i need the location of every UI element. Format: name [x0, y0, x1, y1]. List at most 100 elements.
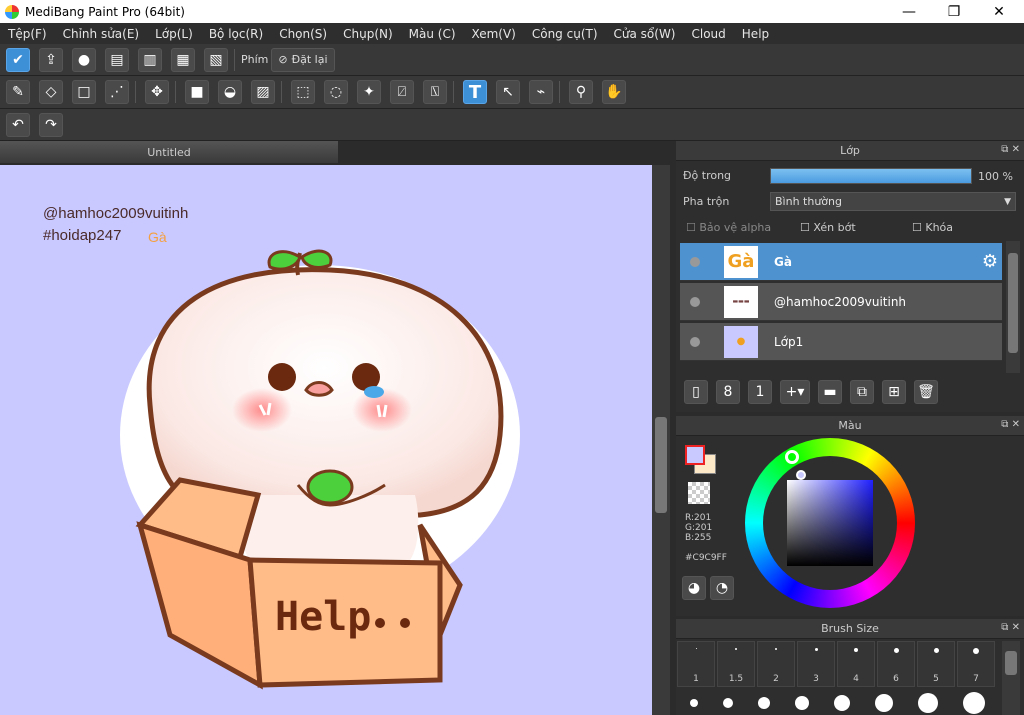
color-history-icon[interactable]: ◔ — [710, 576, 734, 600]
brush-size-6[interactable]: 6 — [877, 641, 915, 687]
new-layer-icon[interactable]: ▯ — [684, 380, 708, 404]
brush-icon[interactable]: ✎ — [6, 80, 30, 104]
brush-size-7[interactable]: 7 — [957, 641, 995, 687]
comment-icon[interactable]: ▤ — [105, 47, 129, 72]
menu-layer[interactable]: Lớp(L) — [147, 27, 201, 41]
layer-item-lop1[interactable]: ● Lớp1 — [680, 323, 1002, 361]
gradient-icon[interactable]: ▨ — [251, 80, 275, 104]
redo-icon[interactable]: ↷ — [39, 112, 63, 137]
operation-icon[interactable]: ↖ — [496, 80, 520, 104]
lasso-icon[interactable]: ◌ — [324, 80, 348, 104]
menu-file[interactable]: Tệp(F) — [0, 27, 55, 41]
select-eraser-icon[interactable]: ⍂ — [423, 80, 447, 104]
select-rect-icon[interactable]: ⬚ — [291, 80, 315, 104]
layer-list-scrollbar[interactable] — [1006, 241, 1020, 373]
menu-snap[interactable]: Chụp(N) — [335, 27, 401, 41]
maximize-button[interactable]: ❐ — [931, 0, 977, 23]
brush-size-10[interactable] — [722, 697, 733, 708]
eraser-icon[interactable]: ◇ — [39, 80, 63, 104]
saturation-value-square[interactable] — [787, 480, 873, 566]
blend-mode-select[interactable]: Bình thường ▼ — [770, 192, 1016, 211]
visibility-icon[interactable] — [690, 336, 700, 347]
bucket-icon[interactable]: ◒ — [218, 80, 242, 104]
delete-layer-icon[interactable]: 🗑 — [914, 380, 938, 404]
protect-alpha-checkbox[interactable]: ☐ Bảo vệ alpha — [686, 221, 771, 234]
layer-scroll-thumb[interactable] — [1008, 253, 1018, 353]
menu-edit[interactable]: Chỉnh sửa(E) — [55, 27, 148, 41]
close-button[interactable]: ✕ — [976, 0, 1022, 23]
page-icon[interactable]: ▥ — [138, 47, 162, 72]
hue-handle[interactable] — [785, 450, 799, 464]
scroll-thumb[interactable] — [655, 417, 667, 513]
tab-untitled[interactable]: Untitled — [0, 141, 338, 163]
panel-close-icon[interactable]: ⧉ ✕ — [1001, 144, 1020, 155]
menu-window[interactable]: Cửa sổ(W) — [606, 27, 684, 41]
eyedropper-icon[interactable]: ⚲ — [569, 80, 593, 104]
upload-icon[interactable]: ⇪ — [39, 47, 63, 72]
clipping-checkbox[interactable]: ☐ Xén bớt — [800, 221, 856, 234]
gear-icon[interactable]: ⚙ — [982, 251, 998, 272]
brush-scroll-thumb[interactable] — [1005, 651, 1017, 675]
duplicate-layer-icon[interactable]: ⧉ — [850, 380, 874, 404]
brush-size-5[interactable]: 5 — [917, 641, 955, 687]
visibility-icon[interactable] — [690, 256, 700, 267]
foreground-color-swatch[interactable] — [685, 445, 705, 465]
layout-icon[interactable]: ▧ — [204, 47, 228, 72]
drawing-canvas[interactable]: @hamhoc2009vuitinh #hoidap247 Gà Help — [0, 165, 652, 715]
brush-size-15[interactable] — [794, 695, 809, 710]
canvas-vertical-scrollbar[interactable] — [652, 165, 670, 715]
brush-size-8[interactable] — [689, 698, 698, 707]
visibility-icon[interactable] — [690, 296, 700, 307]
opacity-slider[interactable] — [770, 168, 972, 184]
palette-icon[interactable]: ◕ — [682, 576, 706, 600]
brush-size-3[interactable]: 3 — [797, 641, 835, 687]
add-layer-menu-icon[interactable]: +▾ — [780, 380, 810, 404]
panel-close-icon[interactable]: ⧉ ✕ — [1001, 622, 1020, 633]
menu-view[interactable]: Xem(V) — [464, 27, 524, 41]
panel-close-icon[interactable]: ⧉ ✕ — [1001, 419, 1020, 430]
undo-icon[interactable]: ↶ — [6, 112, 30, 137]
brush-size-25[interactable] — [917, 692, 938, 713]
material-icon[interactable]: ▦ — [171, 47, 195, 72]
select-pen-icon[interactable]: ⍁ — [390, 80, 414, 104]
merge-layer-icon[interactable]: ⊞ — [882, 380, 906, 404]
transparent-swatch[interactable] — [688, 482, 710, 504]
menu-tools[interactable]: Công cụ(T) — [524, 27, 606, 41]
folder-icon[interactable]: ▬ — [818, 380, 842, 404]
brush-size-20[interactable] — [874, 693, 893, 712]
move-icon[interactable]: ✥ — [145, 80, 169, 104]
brush-size-1-5[interactable]: 1.5 — [717, 641, 755, 687]
brush-size-4[interactable]: 4 — [837, 641, 875, 687]
menu-cloud[interactable]: Cloud — [684, 27, 734, 41]
menu-select[interactable]: Chọn(S) — [271, 27, 335, 41]
fill-rect-icon[interactable]: ■ — [185, 80, 209, 104]
chat-icon[interactable]: ● — [72, 47, 96, 72]
color-picker-handle[interactable] — [796, 470, 806, 480]
brush-size-17[interactable] — [833, 694, 850, 711]
layer-item-username[interactable]: ▬▬▬ @hamhoc2009vuitinh — [680, 283, 1002, 321]
new-8bit-layer-icon[interactable]: 8 — [716, 380, 740, 404]
minimize-button[interactable]: — — [886, 0, 932, 23]
brush-size-2[interactable]: 2 — [757, 641, 795, 687]
dot-brush-icon[interactable]: ⋰ — [105, 80, 129, 104]
menu-help[interactable]: Help — [734, 27, 777, 41]
blue-value: B:255 — [685, 533, 712, 543]
rectangle-icon[interactable]: □ — [72, 80, 96, 104]
brush-size-12[interactable] — [757, 696, 770, 709]
hue-ring[interactable] — [745, 438, 915, 608]
magic-wand-icon[interactable]: ✦ — [357, 80, 381, 104]
lock-checkbox[interactable]: ☐ Khóa — [912, 221, 953, 234]
opacity-value: 100 % — [978, 170, 1013, 183]
layer-item-ga[interactable]: Gà Gà ⚙ — [680, 243, 1002, 281]
brush-size-1[interactable]: 1 — [677, 641, 715, 687]
text-tool-icon[interactable]: T — [463, 80, 487, 104]
hand-icon[interactable]: ✋ — [602, 80, 626, 104]
reset-button[interactable]: ⊘ Đặt lại — [271, 47, 335, 72]
blur-icon[interactable]: ⌁ — [529, 80, 553, 104]
brush-size-30[interactable] — [962, 691, 985, 714]
menu-filter[interactable]: Bộ lọc(R) — [201, 27, 271, 41]
menu-color[interactable]: Màu (C) — [401, 27, 464, 41]
save-cloud-icon[interactable]: ✔ — [6, 47, 30, 72]
new-1bit-layer-icon[interactable]: 1 — [748, 380, 772, 404]
brush-scrollbar[interactable] — [1002, 641, 1020, 715]
